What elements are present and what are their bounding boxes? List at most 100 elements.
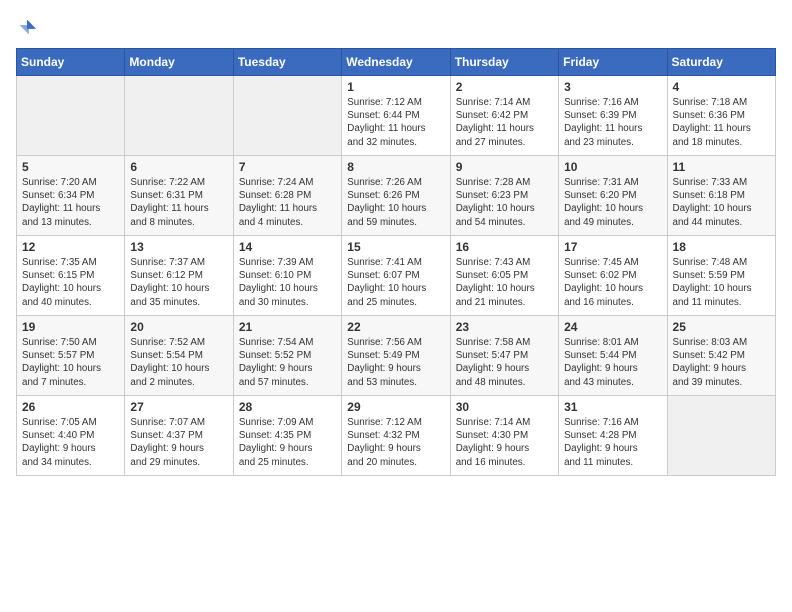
column-header-tuesday: Tuesday [233, 49, 341, 76]
day-info: Sunrise: 7:18 AM Sunset: 6:36 PM Dayligh… [673, 96, 770, 149]
day-info: Sunrise: 7:43 AM Sunset: 6:05 PM Dayligh… [456, 256, 553, 309]
day-number: 29 [347, 400, 444, 414]
day-number: 26 [22, 400, 119, 414]
calendar-cell: 9 Sunrise: 7:28 AM Sunset: 6:23 PM Daylig… [450, 156, 558, 236]
logo-icon [16, 16, 38, 38]
calendar-cell: 4 Sunrise: 7:18 AM Sunset: 6:36 PM Daylig… [667, 76, 775, 156]
day-number: 4 [673, 80, 770, 94]
day-info: Sunrise: 8:01 AM Sunset: 5:44 PM Dayligh… [564, 336, 661, 389]
page-header [16, 16, 776, 38]
day-number: 6 [130, 160, 227, 174]
day-info: Sunrise: 7:41 AM Sunset: 6:07 PM Dayligh… [347, 256, 444, 309]
calendar-cell: 26 Sunrise: 7:05 AM Sunset: 4:40 PM Dayli… [17, 396, 125, 476]
calendar-cell: 21 Sunrise: 7:54 AM Sunset: 5:52 PM Dayli… [233, 316, 341, 396]
calendar-cell: 27Sunrise: 7:07 AM Sunset: 4:37 PM Dayli… [125, 396, 233, 476]
day-info: Sunrise: 7:50 AM Sunset: 5:57 PM Dayligh… [22, 336, 119, 389]
day-info: Sunrise: 7:58 AM Sunset: 5:47 PM Dayligh… [456, 336, 553, 389]
calendar-cell [125, 76, 233, 156]
calendar-week-row: 5Sunrise: 7:20 AM Sunset: 6:34 PM Daylig… [17, 156, 776, 236]
day-info: Sunrise: 7:14 AM Sunset: 4:30 PM Dayligh… [456, 416, 553, 469]
day-number: 13 [130, 240, 227, 254]
calendar-cell [667, 396, 775, 476]
calendar-cell: 28 Sunrise: 7:09 AM Sunset: 4:35 PM Dayli… [233, 396, 341, 476]
day-number: 14 [239, 240, 336, 254]
day-number: 19 [22, 320, 119, 334]
day-number: 17 [564, 240, 661, 254]
calendar-cell: 12 Sunrise: 7:35 AM Sunset: 6:15 PM Dayli… [17, 236, 125, 316]
day-number: 2 [456, 80, 553, 94]
calendar-cell: 29 Sunrise: 7:12 AM Sunset: 4:32 PM Dayli… [342, 396, 450, 476]
day-info: Sunrise: 7:16 AM Sunset: 4:28 PM Dayligh… [564, 416, 661, 469]
day-number: 22 [347, 320, 444, 334]
day-number: 5 [22, 160, 119, 174]
day-info: Sunrise: 8:03 AM Sunset: 5:42 PM Dayligh… [673, 336, 770, 389]
day-info: Sunrise: 7:05 AM Sunset: 4:40 PM Dayligh… [22, 416, 119, 469]
calendar-cell: 8 Sunrise: 7:26 AM Sunset: 6:26 PM Daylig… [342, 156, 450, 236]
column-header-wednesday: Wednesday [342, 49, 450, 76]
day-info: Sunrise: 7:26 AM Sunset: 6:26 PM Dayligh… [347, 176, 444, 229]
column-header-monday: Monday [125, 49, 233, 76]
day-info: Sunrise: 7:12 AM Sunset: 6:44 PM Dayligh… [347, 96, 444, 149]
calendar-cell: 5Sunrise: 7:20 AM Sunset: 6:34 PM Daylig… [17, 156, 125, 236]
day-info: Sunrise: 7:09 AM Sunset: 4:35 PM Dayligh… [239, 416, 336, 469]
day-info: Sunrise: 7:48 AM Sunset: 5:59 PM Dayligh… [673, 256, 770, 309]
day-number: 31 [564, 400, 661, 414]
calendar-cell: 10 Sunrise: 7:31 AM Sunset: 6:20 PM Dayli… [559, 156, 667, 236]
day-info: Sunrise: 7:37 AM Sunset: 6:12 PM Dayligh… [130, 256, 227, 309]
day-number: 3 [564, 80, 661, 94]
column-header-friday: Friday [559, 49, 667, 76]
calendar-week-row: 19 Sunrise: 7:50 AM Sunset: 5:57 PM Dayli… [17, 316, 776, 396]
day-info: Sunrise: 7:12 AM Sunset: 4:32 PM Dayligh… [347, 416, 444, 469]
day-number: 16 [456, 240, 553, 254]
day-info: Sunrise: 7:24 AM Sunset: 6:28 PM Dayligh… [239, 176, 336, 229]
calendar-table: SundayMondayTuesdayWednesdayThursdayFrid… [16, 48, 776, 476]
day-info: Sunrise: 7:45 AM Sunset: 6:02 PM Dayligh… [564, 256, 661, 309]
calendar-cell: 20 Sunrise: 7:52 AM Sunset: 5:54 PM Dayli… [125, 316, 233, 396]
day-number: 10 [564, 160, 661, 174]
day-info: Sunrise: 7:16 AM Sunset: 6:39 PM Dayligh… [564, 96, 661, 149]
day-info: Sunrise: 7:56 AM Sunset: 5:49 PM Dayligh… [347, 336, 444, 389]
calendar-cell: 25 Sunrise: 8:03 AM Sunset: 5:42 PM Dayli… [667, 316, 775, 396]
calendar-cell: 14Sunrise: 7:39 AM Sunset: 6:10 PM Dayli… [233, 236, 341, 316]
day-info: Sunrise: 7:54 AM Sunset: 5:52 PM Dayligh… [239, 336, 336, 389]
calendar-cell: 1 Sunrise: 7:12 AM Sunset: 6:44 PM Daylig… [342, 76, 450, 156]
day-number: 28 [239, 400, 336, 414]
day-number: 25 [673, 320, 770, 334]
calendar-cell: 7Sunrise: 7:24 AM Sunset: 6:28 PM Daylig… [233, 156, 341, 236]
day-info: Sunrise: 7:35 AM Sunset: 6:15 PM Dayligh… [22, 256, 119, 309]
day-number: 8 [347, 160, 444, 174]
calendar-cell [233, 76, 341, 156]
day-info: Sunrise: 7:52 AM Sunset: 5:54 PM Dayligh… [130, 336, 227, 389]
calendar-cell: 15 Sunrise: 7:41 AM Sunset: 6:07 PM Dayli… [342, 236, 450, 316]
day-number: 23 [456, 320, 553, 334]
calendar-cell: 18 Sunrise: 7:48 AM Sunset: 5:59 PM Dayli… [667, 236, 775, 316]
day-number: 20 [130, 320, 227, 334]
day-info: Sunrise: 7:07 AM Sunset: 4:37 PM Dayligh… [130, 416, 227, 469]
day-number: 1 [347, 80, 444, 94]
logo [16, 16, 42, 38]
calendar-cell: 13 Sunrise: 7:37 AM Sunset: 6:12 PM Dayli… [125, 236, 233, 316]
day-info: Sunrise: 7:31 AM Sunset: 6:20 PM Dayligh… [564, 176, 661, 229]
column-header-sunday: Sunday [17, 49, 125, 76]
calendar-cell: 11Sunrise: 7:33 AM Sunset: 6:18 PM Dayli… [667, 156, 775, 236]
day-number: 11 [673, 160, 770, 174]
calendar-week-row: 12 Sunrise: 7:35 AM Sunset: 6:15 PM Dayli… [17, 236, 776, 316]
calendar-cell: 17 Sunrise: 7:45 AM Sunset: 6:02 PM Dayli… [559, 236, 667, 316]
calendar-cell: 22 Sunrise: 7:56 AM Sunset: 5:49 PM Dayli… [342, 316, 450, 396]
calendar-cell: 19 Sunrise: 7:50 AM Sunset: 5:57 PM Dayli… [17, 316, 125, 396]
day-info: Sunrise: 7:22 AM Sunset: 6:31 PM Dayligh… [130, 176, 227, 229]
day-number: 12 [22, 240, 119, 254]
calendar-header-row: SundayMondayTuesdayWednesdayThursdayFrid… [17, 49, 776, 76]
calendar-cell: 16 Sunrise: 7:43 AM Sunset: 6:05 PM Dayli… [450, 236, 558, 316]
calendar-cell: 23 Sunrise: 7:58 AM Sunset: 5:47 PM Dayli… [450, 316, 558, 396]
day-number: 21 [239, 320, 336, 334]
day-info: Sunrise: 7:14 AM Sunset: 6:42 PM Dayligh… [456, 96, 553, 149]
day-number: 15 [347, 240, 444, 254]
calendar-cell: 30Sunrise: 7:14 AM Sunset: 4:30 PM Dayli… [450, 396, 558, 476]
day-number: 18 [673, 240, 770, 254]
day-info: Sunrise: 7:28 AM Sunset: 6:23 PM Dayligh… [456, 176, 553, 229]
column-header-thursday: Thursday [450, 49, 558, 76]
day-number: 9 [456, 160, 553, 174]
calendar-week-row: 1 Sunrise: 7:12 AM Sunset: 6:44 PM Daylig… [17, 76, 776, 156]
day-number: 24 [564, 320, 661, 334]
